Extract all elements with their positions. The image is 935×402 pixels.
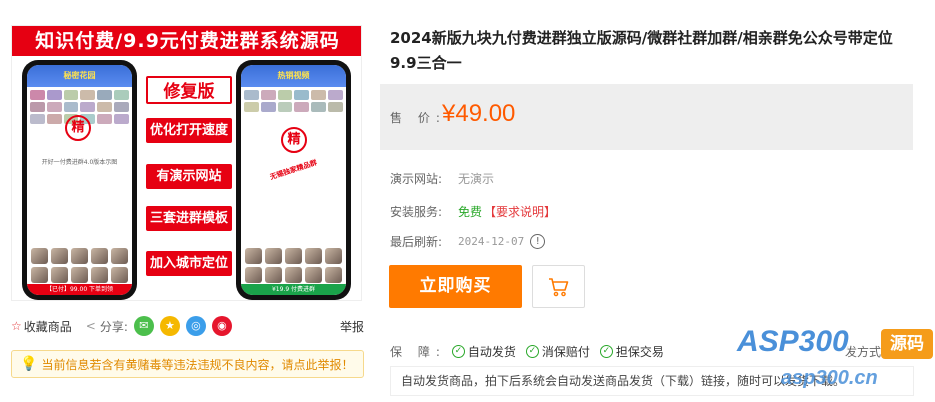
star-icon: ☆ [11, 319, 22, 333]
check-icon: ✓ [599, 345, 613, 358]
screen-bottom-bar: ¥19.9 付费进群 [241, 284, 346, 295]
feature-label-5: 加入城市定位 [146, 251, 232, 276]
qq-icon[interactable]: ◎ [185, 316, 206, 336]
stamp-seal: 精 [65, 115, 91, 141]
guarantee-text: 自动发货 [467, 345, 516, 359]
install-service-value: 免费 [458, 205, 483, 219]
demo-site-label: 演示网站: [390, 172, 443, 186]
guarantee-text: 担保交易 [615, 345, 664, 359]
stamp-seal: 精 [281, 127, 307, 153]
weibo-icon[interactable]: ◉ [211, 316, 232, 336]
buy-now-button[interactable]: 立即购买 [389, 265, 522, 308]
phone-mockup-left: 秘密花园 精 开好一付费进群4.0版本示图 【已付】99.00 下单到领 [22, 60, 137, 300]
avatar-grid [31, 248, 128, 283]
feature-label-3: 有演示网站 [146, 164, 232, 189]
feature-label-2: 优化打开速度 [146, 118, 232, 143]
share-icon: < [85, 319, 96, 333]
screen-header: 热销视频 [241, 65, 346, 87]
report-notice[interactable]: 💡 当前信息若含有黄赌毒等违法违规不良内容，请点此举报！ [11, 350, 364, 378]
screen-header: 秘密花园 [27, 65, 132, 87]
wechat-icon[interactable]: ✉ [133, 316, 154, 336]
guarantee-label: 保 障: [390, 345, 446, 359]
notice-text: 当前信息若含有黄赌毒等违法违规不良内容，请点此举报！ [41, 357, 354, 372]
lightbulb-icon: 💡 [20, 356, 38, 372]
watermark-logo-text: ASP300 [737, 325, 849, 358]
check-icon: ✓ [525, 345, 539, 358]
favorite-button[interactable]: ☆ 收藏商品 [11, 318, 72, 335]
report-link[interactable]: 举报 [340, 318, 364, 335]
add-to-cart-button[interactable] [532, 265, 585, 308]
demo-site-value: 无演示 [458, 172, 495, 186]
slant-caption: 无锡独家精品群 [268, 158, 319, 182]
guarantee-text: 消保赔付 [541, 345, 590, 359]
blurred-thumbnails [241, 87, 346, 115]
screen-bottom-bar: 【已付】99.00 下单到领 [27, 284, 132, 295]
product-title: 2024新版九块九付费进群独立版源码/微群社群加群/相亲群免公众号带定位9.9三… [390, 29, 893, 72]
price-value: ¥49.00 [442, 100, 516, 127]
feature-label-1: 修复版 [146, 76, 232, 104]
guarantee-escrow: ✓ 担保交易 [599, 343, 664, 360]
favorite-label: 收藏商品 [23, 319, 72, 334]
watermark-badge: 源码 [881, 329, 933, 359]
product-image[interactable]: 知识付费/9.9元付费进群系统源码 秘密花园 精 开好一付费进群4.0版本示图 … [11, 25, 362, 301]
delivery-method-dropdown[interactable]: 发方式 [845, 343, 881, 360]
requirements-link[interactable]: 【要求说明】 [484, 203, 556, 220]
guarantee-compensation: ✓ 消保赔付 [525, 343, 590, 360]
promo-banner: 知识付费/9.9元付费进群系统源码 [12, 26, 361, 56]
guarantee-auto-delivery: ✓ 自动发货 [451, 343, 516, 360]
last-refresh-row: 最后刷新: 2024-12-07 ! [390, 233, 546, 250]
share-bar: ☆ 收藏商品 < 分享: ✉ ★ ◎ ◉ 举报 [11, 315, 364, 337]
guarantee-row: 保 障: ✓ 自动发货 ✓ 消保赔付 ✓ 担保交易 [390, 343, 674, 360]
screen-caption: 开好一付费进群4.0版本示图 [41, 159, 118, 166]
qzone-icon[interactable]: ★ [159, 316, 180, 336]
price-box: 售 价: ¥49.00 [380, 84, 913, 150]
last-refresh-label: 最后刷新: [390, 235, 443, 249]
avatar-grid [245, 248, 342, 283]
info-icon[interactable]: ! [530, 234, 546, 249]
feature-label-4: 三套进群模板 [146, 206, 232, 231]
check-icon: ✓ [451, 345, 465, 358]
install-service-label: 安装服务: [390, 205, 443, 219]
cart-icon [548, 277, 568, 296]
demo-site-row: 演示网站: 无演示 [390, 170, 494, 187]
share-label: 分享: [99, 319, 128, 334]
delivery-description: 自动发货商品，拍下后系统会自动发送商品发货（下载）链接，随时可以发货下载。 [390, 366, 914, 396]
install-service-row: 安装服务: 免费 【要求说明】 [390, 203, 556, 220]
share-group: < 分享: ✉ ★ ◎ ◉ [86, 316, 232, 336]
price-label: 售 价: [390, 111, 446, 125]
phone-mockup-right: 热销视频 精 无锡独家精品群 ¥19.9 付费进群 [236, 60, 351, 300]
last-refresh-value: 2024-12-07 [458, 235, 525, 248]
